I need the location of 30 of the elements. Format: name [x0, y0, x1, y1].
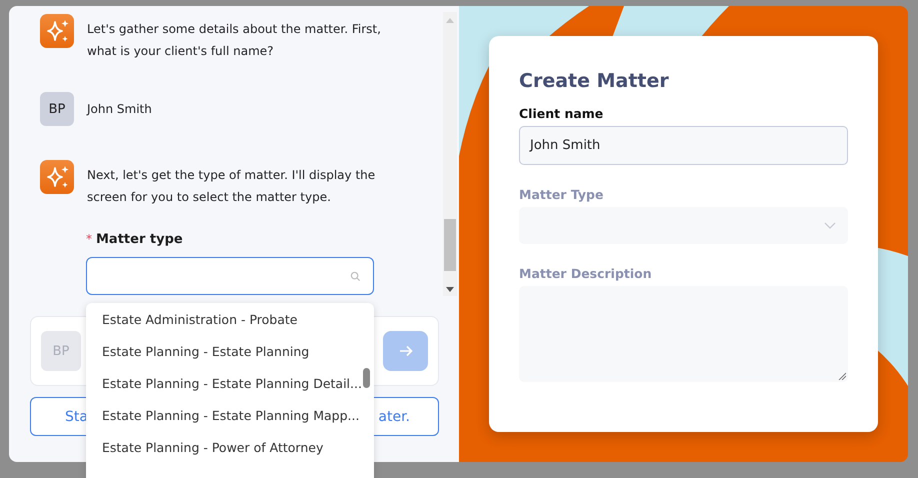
sparkle-icon — [40, 14, 74, 48]
scrollbar-thumb[interactable] — [363, 368, 370, 388]
search-icon — [350, 271, 361, 282]
scrollbar-thumb[interactable] — [444, 219, 456, 271]
arrow-icon — [398, 343, 414, 359]
select-field[interactable] — [519, 207, 848, 244]
scroll-down-icon[interactable] — [446, 287, 454, 292]
dropdown-option[interactable]: Estate Planning - Estate Planning Detail... — [86, 368, 374, 400]
dropdown-option[interactable]: Estate Planning - Estate Planning Mapp... — [86, 400, 374, 432]
field-label: Matter Description — [519, 266, 653, 281]
field-label: Matter type — [96, 232, 183, 247]
text-field[interactable]: John Smith — [519, 126, 848, 165]
resize-handle-icon[interactable] — [838, 372, 846, 380]
sparkle-icon — [40, 160, 74, 194]
chat-message: Next, let's get the type of matter. I'll display the screen for you to select the matter type. — [87, 167, 376, 206]
form-title: Create Matter — [519, 70, 670, 92]
field-label: Matter Type — [519, 187, 604, 202]
search-field[interactable] — [86, 257, 374, 295]
scrollbar[interactable] — [443, 12, 457, 296]
chat-message: Let's gather some details about the matter. First, what is your client's full name? — [87, 21, 382, 60]
field-label: Client name — [519, 106, 604, 121]
dropdown-option[interactable]: Estate Administration - Probate — [86, 304, 374, 336]
dropdown-option[interactable]: Estate Planning - Estate Planning — [86, 336, 374, 368]
required-mark: * — [86, 232, 92, 246]
user-avatar: BP — [41, 331, 81, 371]
chevron-down-icon — [824, 222, 836, 230]
chat-message: John Smith — [87, 101, 153, 118]
dropdown-option[interactable]: Estate Planning - Power of Attorney — [86, 432, 374, 464]
scroll-up-icon[interactable] — [446, 18, 454, 23]
user-avatar: BP — [40, 92, 74, 126]
